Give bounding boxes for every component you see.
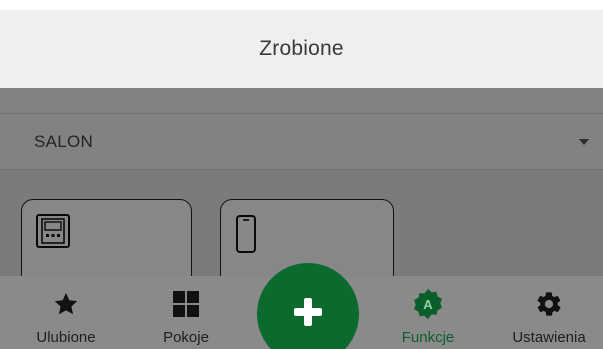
nav-label-favorites: Ulubione <box>36 329 96 346</box>
nav-label-functions: Funkcje <box>401 329 455 346</box>
app-header: Zrobione <box>0 10 603 88</box>
nav-item-rooms[interactable]: Pokoje <box>146 276 226 349</box>
nav-label-settings: Ustawienia <box>512 329 586 346</box>
chevron-down-icon <box>579 138 589 145</box>
room-dropdown[interactable]: SALON <box>0 113 603 170</box>
nav-item-favorites[interactable]: Ulubione <box>18 276 114 349</box>
nav-label-rooms: Pokoje <box>163 329 209 346</box>
grid-icon <box>172 288 200 320</box>
functions-badge-icon: A <box>412 288 444 320</box>
star-icon <box>53 288 79 320</box>
control-panel-icon <box>36 214 70 253</box>
nav-item-functions[interactable]: A Funkcje <box>382 276 474 349</box>
nav-item-settings[interactable]: Ustawienia <box>500 276 598 349</box>
phone-device-icon <box>235 214 257 259</box>
svg-text:A: A <box>423 297 433 312</box>
top-margin <box>0 0 603 10</box>
plus-icon <box>290 294 326 335</box>
gear-icon <box>535 288 563 320</box>
top-strip <box>0 88 603 113</box>
page-title: Zrobione <box>259 37 344 60</box>
room-dropdown-value: SALON <box>34 131 94 151</box>
